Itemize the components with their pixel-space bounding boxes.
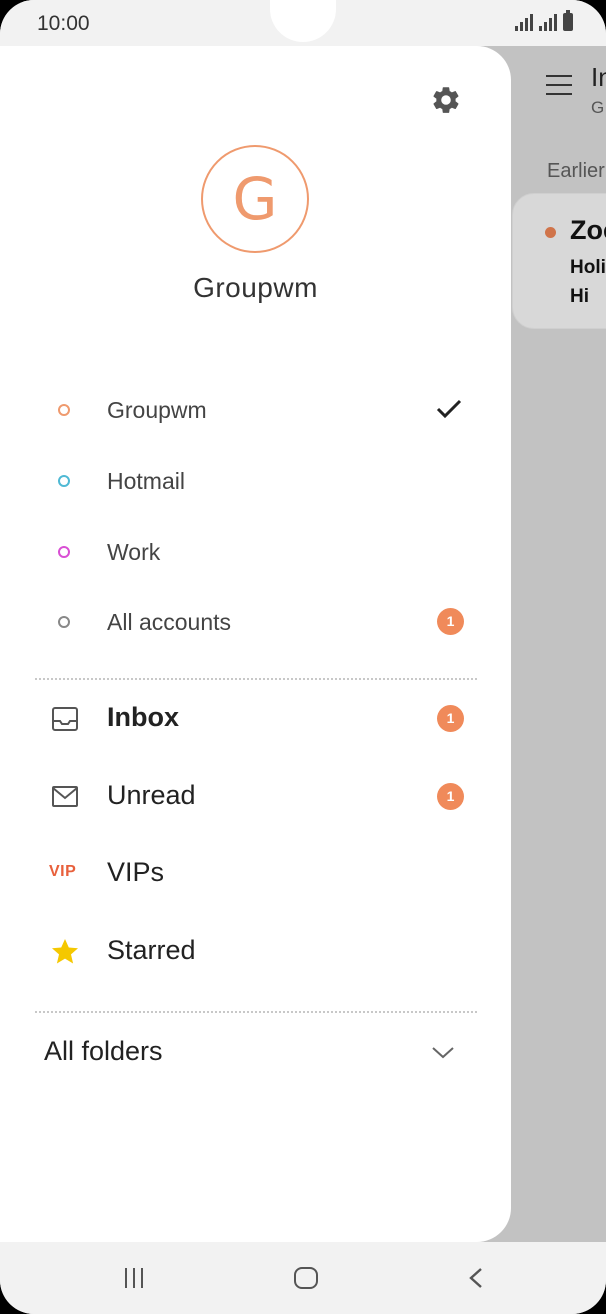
status-time: 10:00 [37,12,90,35]
account-item-groupwm[interactable]: Groupwm [0,380,511,440]
account-color-dot [58,404,70,416]
mailbox-subtitle: G [591,98,605,117]
email-subject: Holi [570,257,606,278]
account-color-dot [58,475,70,487]
folder-item-unread[interactable]: Unread 1 [0,762,511,832]
folder-label: VIPs [107,857,165,887]
menu-icon[interactable] [546,75,572,97]
account-item-hotmail[interactable]: Hotmail [0,451,511,511]
vip-icon: VIP [49,863,77,880]
inbox-icon [52,707,78,731]
unread-dot [545,227,556,238]
folder-label: Starred [107,935,196,965]
navigation-drawer: G Groupwm Groupwm Hotmail Work All accou… [0,46,511,1242]
signal-icon [515,13,533,31]
account-item-work[interactable]: Work [0,522,511,582]
navigation-bar [0,1242,606,1314]
mailbox-title: In [591,62,606,92]
account-avatar[interactable]: G [201,145,309,253]
unread-count-badge: 1 [437,783,464,810]
email-sender: Zoe [570,215,606,245]
envelope-icon [52,786,78,807]
account-label: Groupwm [107,397,207,423]
account-color-dot [58,546,70,558]
status-icons [515,10,573,31]
phone-screen: In G Earlier Zoe Holi Hi 10:00 G Groupwm [0,0,606,1314]
folder-item-starred[interactable]: Starred [0,917,511,987]
account-label: Work [107,539,161,565]
account-name: Groupwm [193,272,318,303]
email-preview: Hi [570,286,589,307]
home-icon[interactable] [294,1267,318,1289]
status-bar: 10:00 [0,0,606,46]
battery-icon [563,10,573,31]
unread-count-badge: 1 [437,608,464,635]
signal-icon-2 [539,13,557,31]
chevron-down-icon[interactable] [431,1046,455,1060]
folder-item-inbox[interactable]: Inbox 1 [0,684,511,754]
folder-label: Unread [107,780,196,810]
section-header-earlier: Earlier [547,160,605,182]
account-label: All accounts [107,609,232,635]
gear-icon[interactable] [430,84,462,116]
recent-apps-icon[interactable] [125,1268,143,1288]
account-item-all-accounts[interactable]: All accounts 1 [0,592,511,652]
divider [35,1011,477,1013]
account-color-dot [58,616,70,628]
back-icon[interactable] [467,1267,485,1289]
camera-notch [270,0,336,42]
divider [35,678,477,680]
all-folders-toggle[interactable]: All folders [44,1036,163,1067]
unread-count-badge: 1 [437,705,464,732]
star-icon [52,939,78,964]
account-label: Hotmail [107,468,185,494]
folder-label: Inbox [107,702,179,732]
check-icon [436,399,462,419]
folder-item-vips[interactable]: VIP VIPs [0,839,511,909]
